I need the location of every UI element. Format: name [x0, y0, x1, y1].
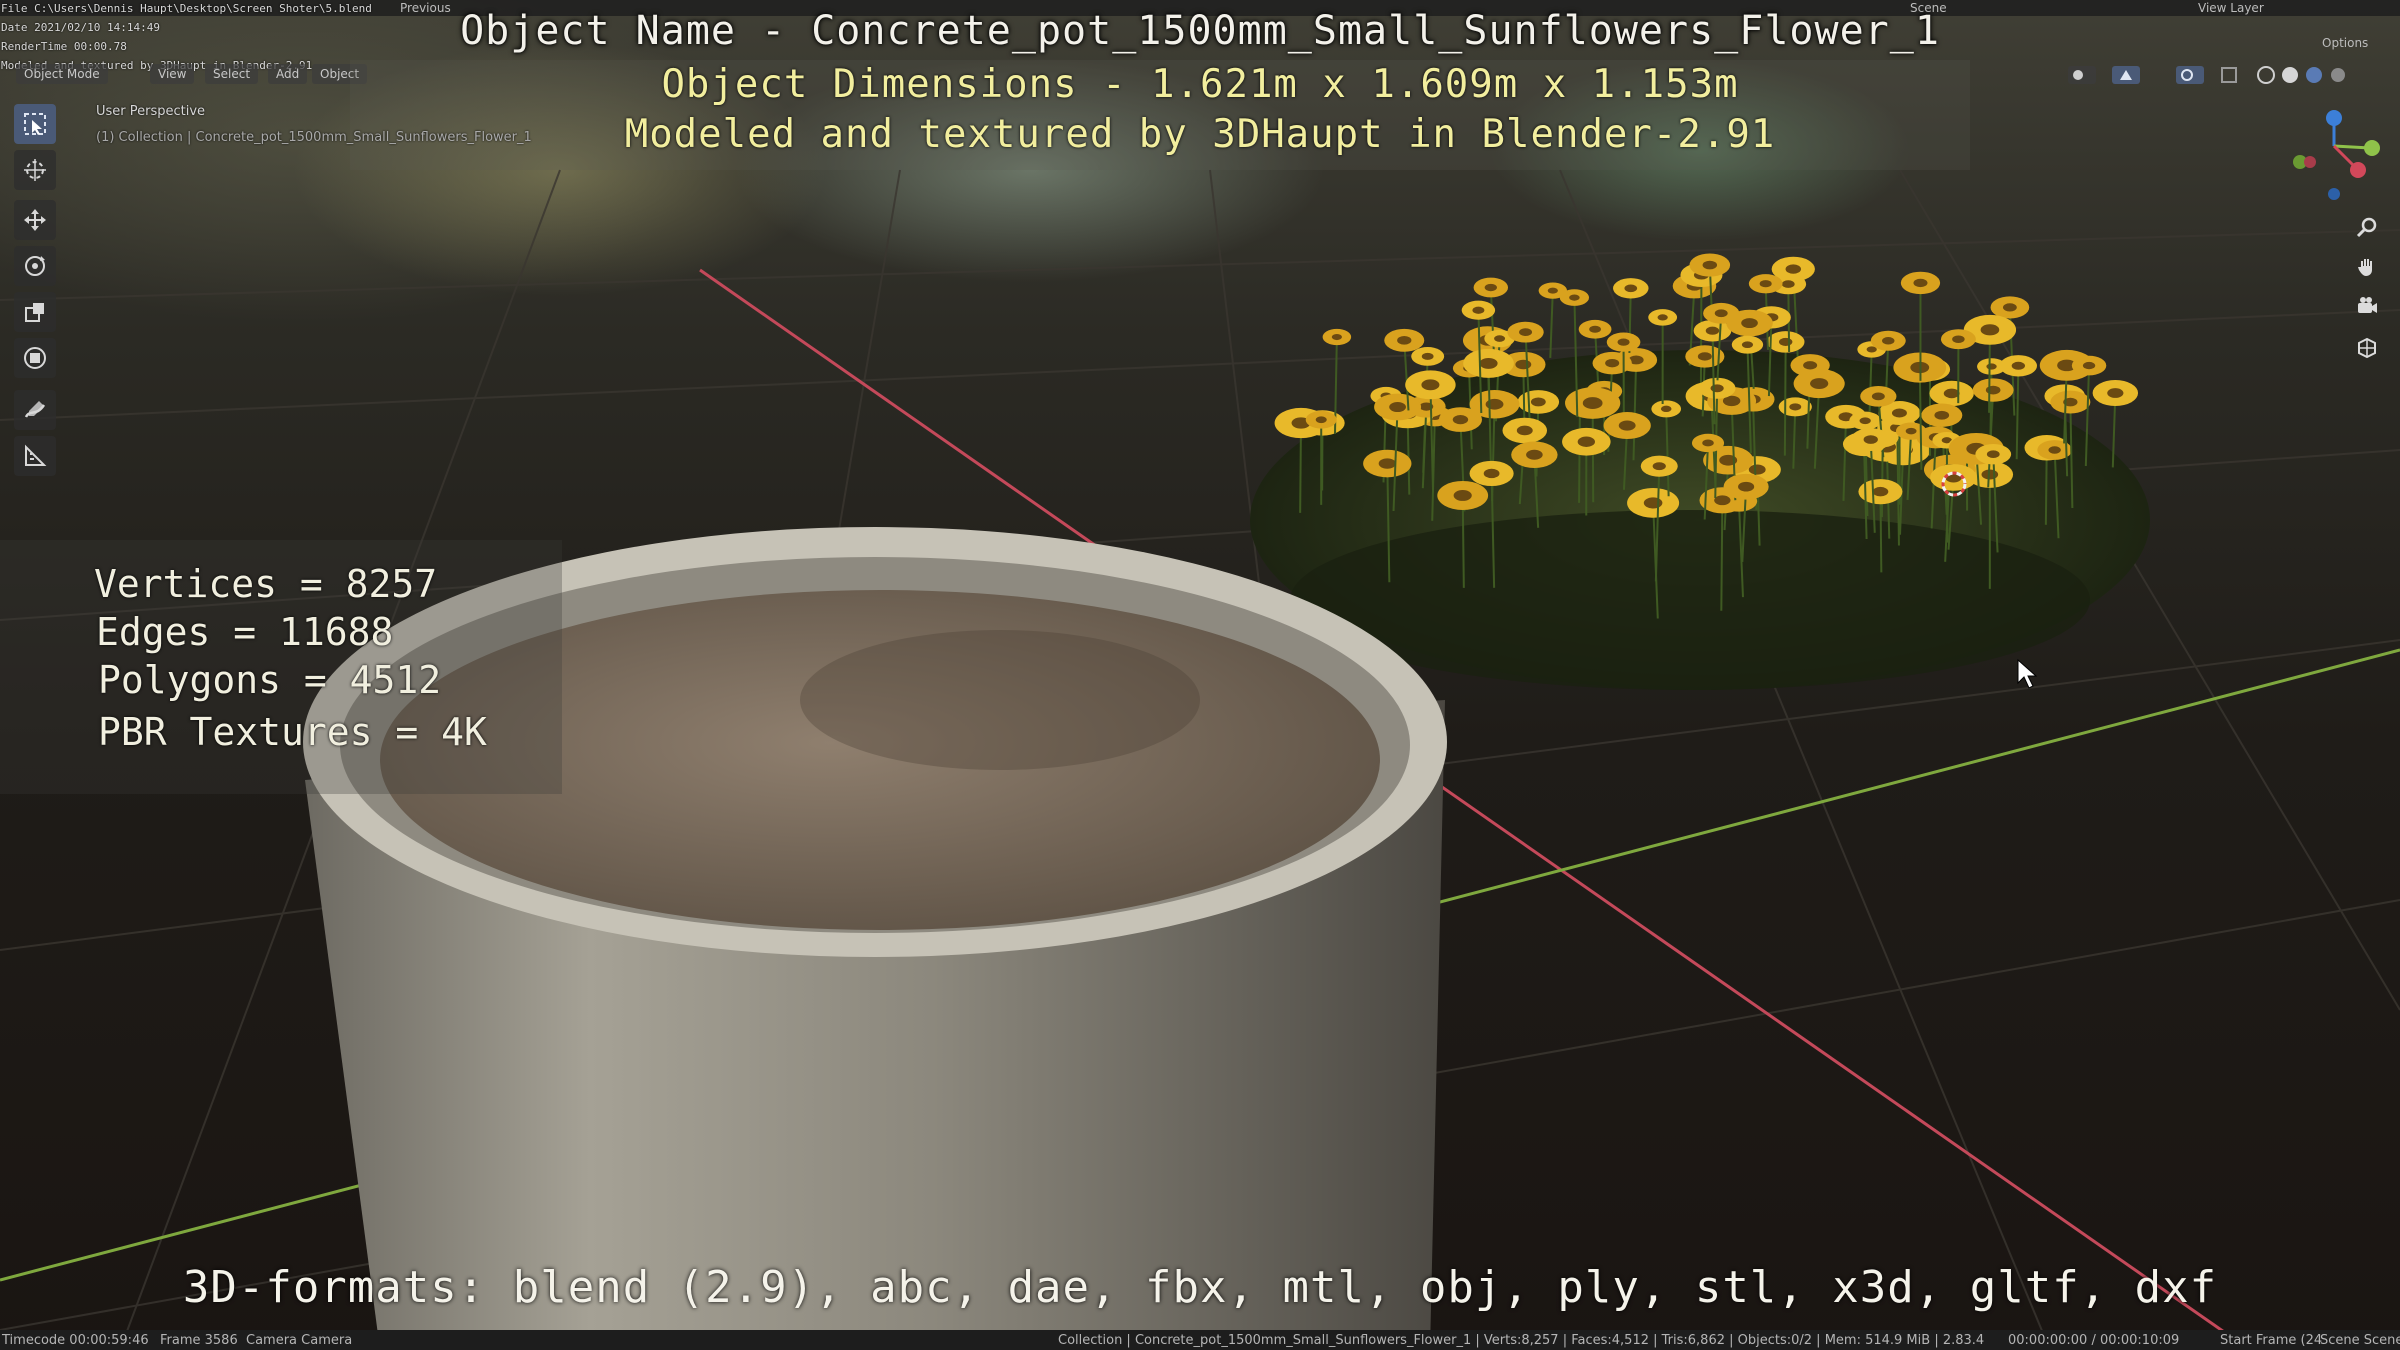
ortho-toggle-button[interactable] [2350, 330, 2384, 364]
ortho-grid-icon [2358, 337, 2376, 359]
z-axis-handle [2326, 110, 2342, 126]
stat-edges: Edges = 11688 [96, 610, 394, 654]
rotate-icon [25, 256, 45, 276]
camera-label: Camera Camera [246, 1333, 353, 1348]
blender-window: Previous Scene View Layer Options File C… [0, 0, 2400, 1350]
zoom-button[interactable] [2350, 210, 2384, 244]
move-icon [24, 209, 46, 231]
annotate-tool[interactable] [14, 390, 56, 430]
stat-vertices: Vertices = 8257 [94, 562, 438, 606]
pan-button[interactable] [2350, 250, 2384, 284]
stats-panel: Vertices = 8257 Edges = 11688 Polygons =… [0, 540, 562, 794]
object-name-title: Object Name - Concrete_pot_1500mm_Small_… [460, 8, 1940, 54]
camera-view-button[interactable] [2350, 290, 2384, 324]
transform-icon [24, 347, 46, 369]
annotate-icon [24, 401, 46, 418]
select-box-tool[interactable] [14, 104, 56, 144]
viewport-perspective-label: User Perspective [96, 104, 206, 119]
object-dimensions: Object Dimensions - 1.621m x 1.609m x 1.… [661, 62, 1739, 107]
rotate-tool[interactable] [14, 246, 56, 286]
pan-hand-icon [2358, 259, 2372, 276]
timecode-label: Timecode 00:00:59:46 [2, 1333, 149, 1348]
status-bar: Timecode 00:00:59:46 Frame 3586 Camera C… [0, 1330, 2400, 1350]
scale-tool[interactable] [14, 292, 56, 332]
mouse-pointer [2017, 658, 2038, 689]
scale-icon [25, 303, 44, 322]
measure-tool[interactable] [14, 436, 56, 476]
y-axis-handle [2364, 140, 2380, 156]
stat-textures: PBR Textures = 4K [98, 710, 487, 754]
transform-tool[interactable] [14, 338, 56, 378]
scene-name-label: Scene Scene [2320, 1333, 2400, 1348]
frame-label: Frame 3586 [160, 1333, 238, 1348]
viewport-collection-label: (1) Collection | Concrete_pot_1500mm_Sma… [96, 130, 532, 145]
select-box-icon [24, 113, 46, 135]
formats-line: 3D-formats: blend (2.9), abc, dae, fbx, … [182, 1262, 2218, 1313]
measure-icon [25, 444, 47, 466]
viewport-header-controls[interactable] [2066, 62, 2346, 88]
zoom-icon [2356, 217, 2377, 238]
stat-polygons: Polygons = 4512 [98, 658, 442, 702]
time-range-label: 00:00:00:00 / 00:00:10:09 [2008, 1333, 2180, 1348]
cursor-tool[interactable] [14, 150, 56, 190]
x-axis-handle [2350, 162, 2366, 178]
move-tool[interactable] [14, 200, 56, 240]
navigation-gizmo[interactable] [2286, 102, 2382, 206]
cursor-icon [24, 159, 46, 181]
scene-statistics: Collection | Concrete_pot_1500mm_Small_S… [1058, 1333, 1985, 1348]
start-frame-label: Start Frame (24 [2220, 1333, 2323, 1348]
camera-view-icon [2358, 297, 2377, 313]
